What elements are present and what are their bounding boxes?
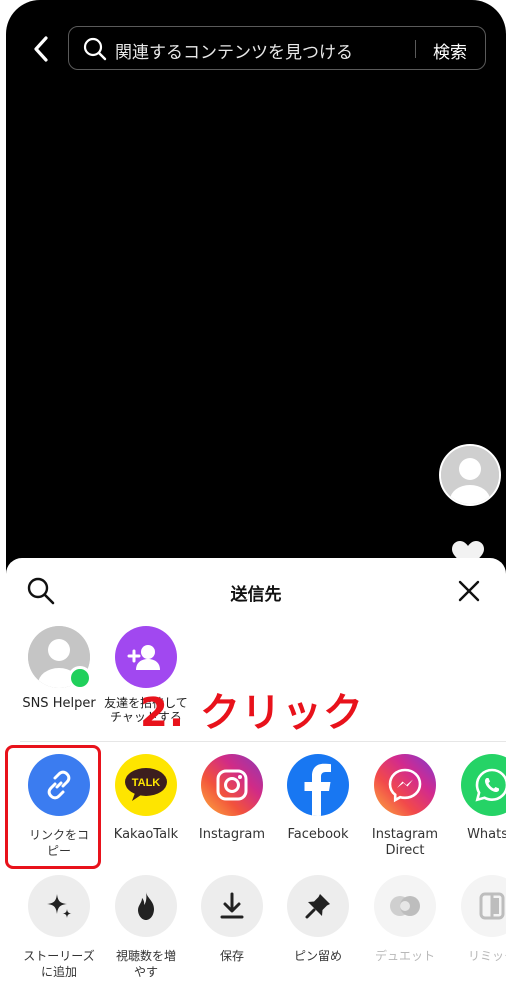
add-to-story-button[interactable]: ストーリーズ に追加 bbox=[14, 875, 104, 980]
kakaotalk-icon: TALK bbox=[115, 754, 177, 816]
share-instagram-direct[interactable]: Instagram Direct bbox=[360, 754, 450, 859]
remix-button[interactable]: リミック bbox=[447, 875, 506, 964]
facebook-icon bbox=[287, 754, 349, 816]
share-kakaotalk[interactable]: TALK KakaoTalk bbox=[101, 754, 191, 843]
online-indicator bbox=[68, 666, 92, 690]
add-friend-icon bbox=[115, 626, 177, 688]
remix-icon bbox=[461, 875, 506, 937]
contact-sns-helper[interactable]: SNS Helper bbox=[11, 626, 107, 712]
share-instagram[interactable]: Instagram bbox=[187, 754, 277, 843]
creator-avatar[interactable] bbox=[439, 444, 501, 506]
instagram-icon bbox=[201, 754, 263, 816]
default-avatar-icon bbox=[441, 446, 499, 504]
search-placeholder: 関連するコンテンツを見つける bbox=[115, 43, 353, 63]
contact-name: SNS Helper bbox=[22, 696, 96, 711]
search-button[interactable]: 検索 bbox=[433, 38, 467, 63]
search-divider bbox=[415, 40, 416, 58]
add-to-story-label: ストーリーズ に追加 bbox=[23, 949, 95, 979]
whatsapp-label: WhatsA bbox=[467, 827, 506, 842]
share-whatsapp[interactable]: WhatsA bbox=[447, 754, 506, 843]
sparkle-icon bbox=[28, 875, 90, 937]
pin-button[interactable]: ピン留め bbox=[273, 875, 363, 964]
whatsapp-icon bbox=[461, 754, 506, 816]
boost-views-button[interactable]: 視聴数を増 やす bbox=[101, 875, 191, 980]
pin-icon bbox=[287, 875, 349, 937]
copy-link-highlight-box bbox=[5, 745, 101, 869]
kakaotalk-label: KakaoTalk bbox=[113, 827, 179, 842]
duet-icon bbox=[374, 875, 436, 937]
save-button[interactable]: 保存 bbox=[187, 875, 277, 964]
remix-label: リミック bbox=[467, 949, 506, 963]
pin-label: ピン留め bbox=[293, 949, 342, 963]
svg-text:TALK: TALK bbox=[132, 777, 161, 789]
download-icon bbox=[201, 875, 263, 937]
flame-icon bbox=[115, 875, 177, 937]
messenger-icon bbox=[374, 754, 436, 816]
duet-label: デュエット bbox=[374, 949, 435, 963]
instagram-label: Instagram bbox=[198, 827, 266, 842]
instagram-direct-label: Instagram Direct bbox=[371, 827, 439, 858]
avatar bbox=[28, 626, 92, 700]
duet-button[interactable]: デュエット bbox=[360, 875, 450, 964]
click-annotation: 2. クリック bbox=[140, 690, 364, 736]
save-label: 保存 bbox=[219, 949, 244, 963]
search-icon bbox=[83, 37, 107, 61]
share-facebook[interactable]: Facebook bbox=[273, 754, 363, 843]
back-chevron-icon[interactable] bbox=[28, 34, 56, 64]
close-icon[interactable] bbox=[456, 578, 482, 604]
sheet-title: 送信先 bbox=[230, 585, 282, 605]
boost-views-label: 視聴数を増 やす bbox=[115, 949, 176, 979]
search-bar[interactable]: 関連するコンテンツを見つける 検索 bbox=[68, 26, 486, 70]
divider bbox=[20, 741, 506, 742]
facebook-label: Facebook bbox=[287, 827, 349, 842]
